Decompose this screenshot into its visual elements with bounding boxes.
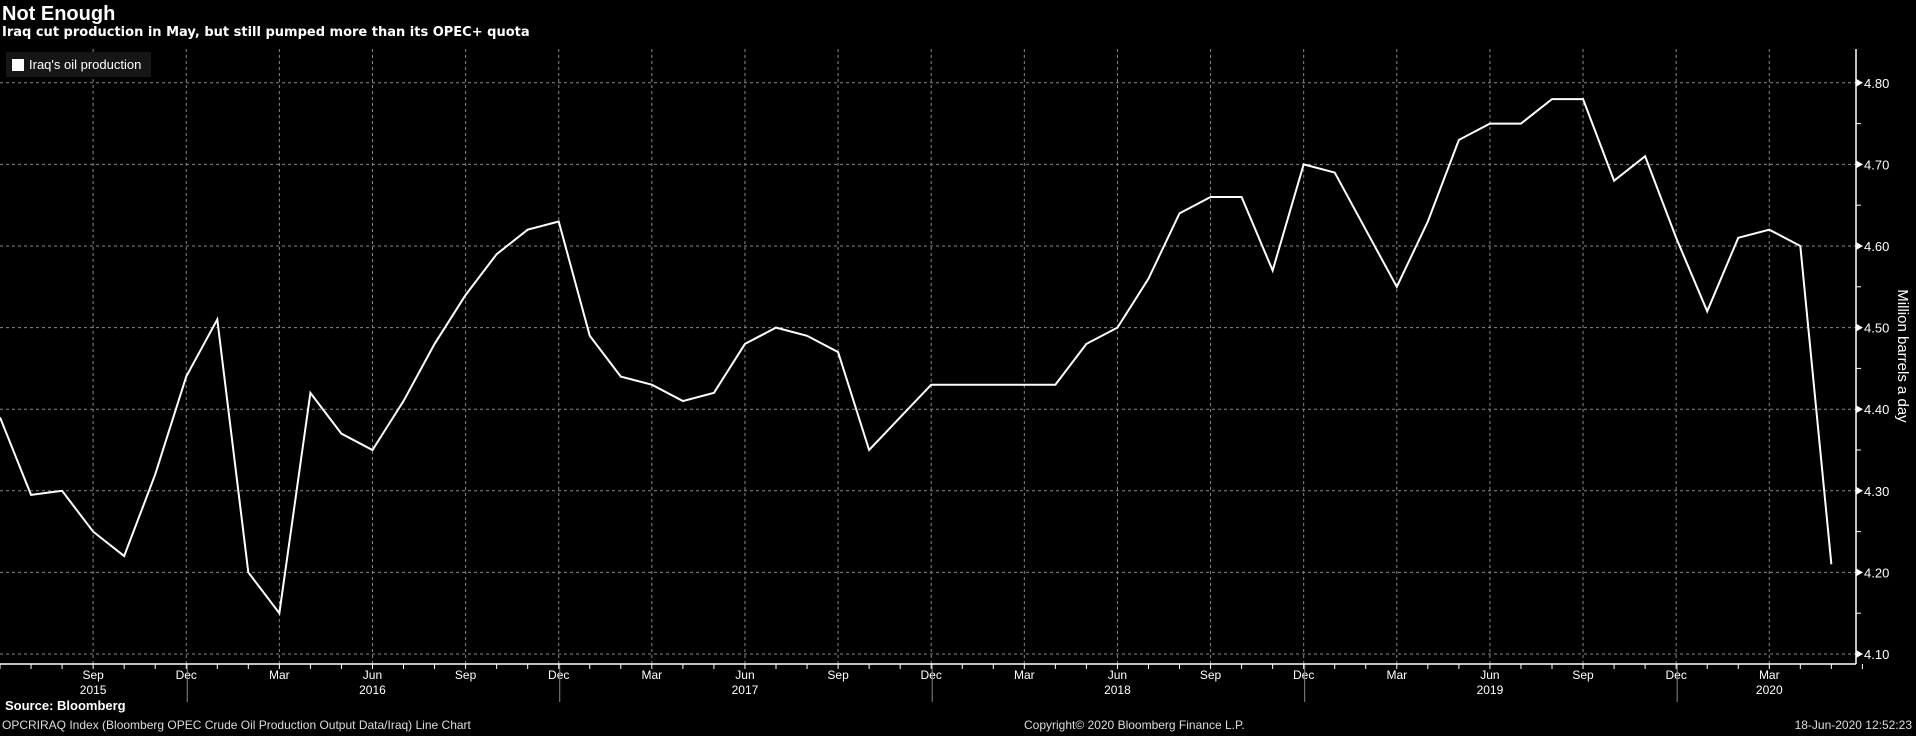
x-tick-label: Jun [1108, 668, 1127, 682]
y-tick-label: 4.40 [1864, 402, 1889, 417]
y-tick-marker [1856, 486, 1863, 495]
y-tick-marker [1856, 78, 1863, 87]
year-label: 2017 [732, 683, 759, 697]
year-label: 2015 [80, 683, 107, 697]
y-tick-marker [1856, 242, 1863, 250]
x-tick-label: Mar [1014, 668, 1035, 682]
x-tick-label: Dec [1665, 668, 1686, 682]
y-tick-marker [1856, 160, 1863, 169]
series-line [0, 98, 1833, 616]
y-tick-marker [1856, 650, 1863, 658]
y-tick-label: 4.80 [1864, 76, 1889, 91]
y-tick-label: 4.20 [1864, 565, 1889, 580]
x-tick-label: Sep [827, 668, 849, 682]
y-tick-label: 4.10 [1864, 647, 1889, 662]
x-tick-label: Sep [82, 668, 104, 682]
y-tick-label: 4.30 [1864, 484, 1889, 499]
legend-label: Iraq's oil production [29, 57, 142, 72]
year-label: 2016 [359, 683, 386, 697]
x-tick-label: Sep [455, 668, 477, 682]
x-tick-label: Mar [269, 668, 290, 682]
year-label: 2020 [1756, 683, 1783, 697]
year-label: 2019 [1477, 683, 1504, 697]
line-chart: 4.10 4.20 4.30 4.40 4.50 4.60 4.70 4.80 Sep Dec Ma… [0, 49, 1911, 702]
y-tick-label: 4.50 [1864, 321, 1889, 336]
year-label: 2018 [1104, 683, 1131, 697]
y-tick-label: 4.60 [1864, 239, 1889, 254]
footer-timestamp: 18-Jun-2020 12:52:23 [1794, 718, 1912, 732]
legend-swatch [12, 58, 24, 71]
x-tick-label: Jun [363, 668, 382, 682]
x-tick-label: Mar [1759, 668, 1780, 682]
y-tick-marker [1856, 568, 1863, 577]
y-axis-label: Million barrels a day [1894, 289, 1911, 423]
x-tick-label: Dec [1293, 668, 1314, 682]
y-tick-marker [1856, 323, 1863, 332]
x-tick-label: Dec [548, 668, 569, 682]
legend: Iraq's oil production [6, 52, 152, 77]
source-label: Source: Bloomberg [5, 698, 126, 713]
x-tick-label: Sep [1572, 668, 1594, 682]
footer-index-description: OPCRIRAQ Index (Bloomberg OPEC Crude Oil… [2, 718, 471, 732]
x-tick-label: Mar [642, 668, 663, 682]
y-tick-marker [1856, 405, 1863, 414]
x-tick-label: Dec [921, 668, 942, 682]
x-tick-label: Mar [1386, 668, 1407, 682]
x-tick-label: Sep [1200, 668, 1222, 682]
x-tick-label: Dec [176, 668, 197, 682]
x-tick-label: Jun [735, 668, 754, 682]
x-tick-label: Jun [1480, 668, 1499, 682]
footer-copyright: Copyright© 2020 Bloomberg Finance L.P. [1024, 718, 1245, 732]
y-tick-label: 4.70 [1864, 157, 1889, 172]
